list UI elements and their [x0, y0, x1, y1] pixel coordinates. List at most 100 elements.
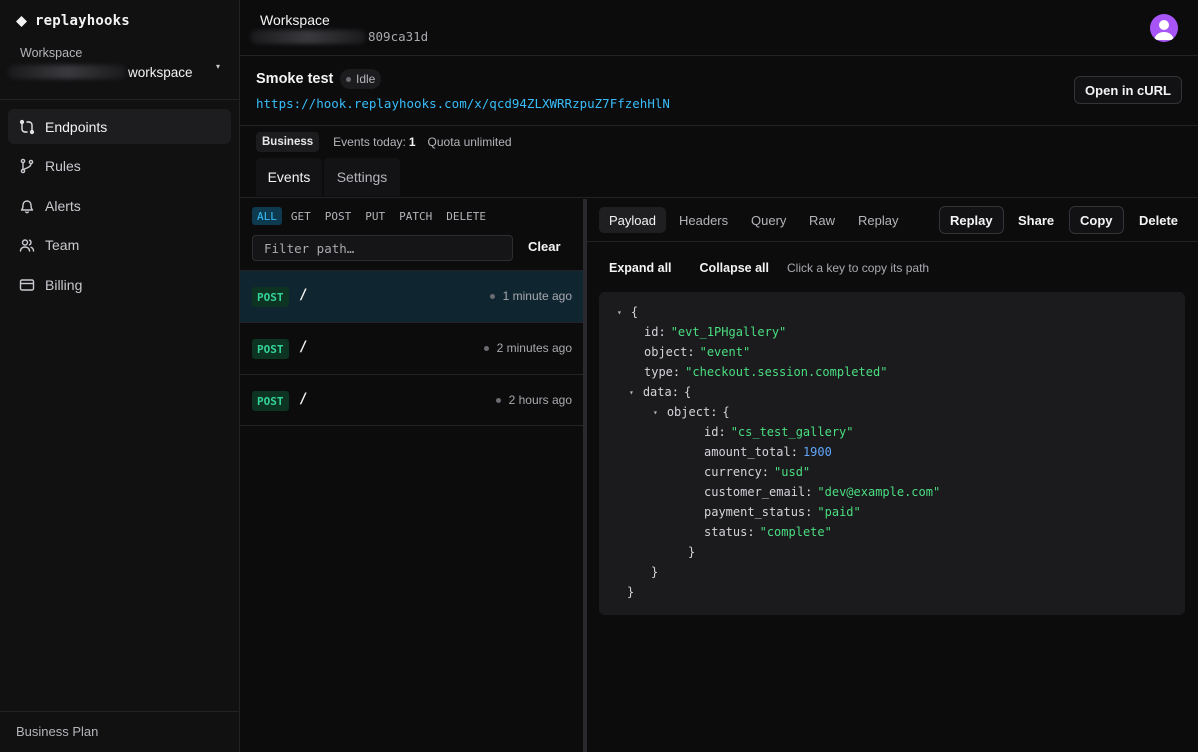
payload-toolbar: Expand all Collapse all Click a key to c…: [609, 261, 929, 275]
event-time: 1 minute ago: [489, 289, 572, 303]
expand-caret-icon: ▾: [617, 307, 622, 317]
expand-all-button[interactable]: Expand all: [609, 261, 672, 275]
filter-path-input[interactable]: Filter path…: [252, 235, 513, 261]
json-line[interactable]: type: "checkout.session.completed": [644, 362, 887, 382]
method-filter-post[interactable]: POST: [320, 207, 357, 225]
sidebar-item-billing[interactable]: Billing: [8, 267, 231, 302]
brand[interactable]: replayhooks: [16, 13, 130, 29]
json-key: data: [642, 385, 672, 399]
json-line[interactable]: id: "cs_test_gallery": [704, 422, 854, 442]
tab-events[interactable]: Events: [256, 158, 322, 196]
method-filter-put[interactable]: PUT: [360, 207, 390, 225]
list-item[interactable]: POST / 1 minute ago: [240, 270, 584, 322]
copy-button[interactable]: Copy: [1069, 206, 1124, 234]
json-key: status: [704, 525, 748, 539]
top-bar: Workspace 809ca31d: [240, 0, 1198, 56]
json-line[interactable]: amount_total:1900: [704, 442, 832, 462]
method-filter-all[interactable]: ALL: [252, 207, 282, 225]
tab-headers[interactable]: Headers: [679, 207, 728, 233]
delete-button[interactable]: Delete: [1139, 206, 1178, 234]
endpoint-header: Smoke test Idle https://hook.replayhooks…: [240, 56, 1198, 126]
json-key: id: [704, 425, 719, 439]
method-badge: POST: [252, 391, 289, 411]
json-line[interactable]: ▾ object:{: [653, 402, 735, 422]
events-today-value: 1: [408, 135, 416, 149]
event-time: 2 hours ago: [495, 393, 572, 407]
tab-raw[interactable]: Raw: [809, 207, 835, 233]
json-key: payment_status: [704, 505, 806, 519]
plan-badge: Business: [256, 132, 320, 152]
endpoint-name: Smoke test: [256, 71, 334, 87]
list-item[interactable]: POST / 2 hours ago: [240, 374, 584, 426]
json-line[interactable]: id: "evt_1PHgallery": [644, 322, 786, 342]
plan-row: Business Events today: 1 Quota unlimited: [240, 126, 1198, 158]
sidebar-item-alerts[interactable]: Alerts: [8, 188, 231, 223]
json-line[interactable]: status: "complete": [704, 522, 832, 542]
event-path: /: [299, 287, 308, 303]
divider: [0, 99, 240, 100]
caret-down-icon: ▾: [215, 62, 220, 71]
users-icon: [19, 239, 35, 252]
json-line[interactable]: customer_email: "dev@example.com": [704, 482, 940, 502]
json-line[interactable]: ▾ data:{: [629, 382, 696, 402]
method-filter-get[interactable]: GET: [286, 207, 316, 225]
json-line[interactable]: object: "event": [644, 342, 750, 362]
json-root-open[interactable]: ▾{: [617, 302, 643, 322]
sidebar-item-label: Billing: [45, 276, 83, 293]
event-time-label: 2 minutes ago: [496, 341, 572, 355]
replay-button[interactable]: Replay: [939, 206, 1004, 234]
event-time-label: 2 hours ago: [508, 393, 572, 407]
clear-button[interactable]: Clear: [528, 239, 561, 254]
events-today-label: Events today:: [333, 135, 406, 149]
json-value: 1900: [802, 445, 832, 459]
detail-tabs: Payload Headers Query Raw Replay Replay …: [587, 199, 1198, 242]
user-avatar-icon: [1154, 20, 1174, 40]
workspace-select[interactable]: workspace ▾: [8, 62, 224, 82]
sidebar-item-label: Rules: [45, 158, 81, 174]
json-key: type: [644, 365, 673, 379]
tab-query[interactable]: Query: [751, 207, 786, 233]
page-title: Workspace: [260, 12, 330, 28]
sidebar-item-label: Endpoints: [45, 118, 108, 135]
workspace-label: Workspace: [20, 46, 83, 60]
collapse-all-button[interactable]: Collapse all: [700, 261, 769, 275]
event-time: 2 minutes ago: [483, 341, 572, 355]
open-in-curl-button[interactable]: Open in cURL: [1074, 76, 1182, 104]
bell-icon: [20, 199, 34, 213]
json-value: "complete": [759, 525, 832, 539]
brand-name: replayhooks: [35, 13, 130, 29]
json-value: "dev@example.com": [817, 485, 941, 499]
json-value: "cs_test_gallery": [730, 425, 854, 439]
tab-replay[interactable]: Replay: [858, 207, 898, 233]
sidebar-item-label: Team: [45, 237, 80, 253]
quota-label: Quota unlimited: [427, 135, 512, 149]
method-filter-delete[interactable]: DELETE: [441, 207, 491, 225]
sidebar-item-team[interactable]: Team: [8, 228, 231, 263]
status-dot-icon: [346, 76, 351, 82]
json-close: }: [651, 565, 659, 579]
json-key: object: [666, 405, 711, 419]
json-line[interactable]: payment_status: "paid": [704, 502, 861, 522]
method-badge: POST: [252, 287, 289, 307]
method-filter-patch[interactable]: PATCH: [394, 207, 437, 225]
sidebar-nav: Endpoints Rules Alerts Team Billing: [8, 109, 231, 307]
json-line[interactable]: currency: "usd": [704, 462, 810, 482]
sidebar: replayhooks Workspace workspace ▾ Endpoi…: [0, 0, 240, 752]
json-close: }: [627, 585, 635, 599]
endpoint-url[interactable]: https://hook.replayhooks.com/x/qcd94ZLXW…: [256, 96, 670, 111]
divider: [0, 711, 240, 712]
endpoints-icon: [19, 119, 35, 134]
workspace-id-suffix: 809ca31d: [368, 29, 429, 44]
tab-settings[interactable]: Settings: [324, 158, 400, 196]
share-button[interactable]: Share: [1018, 206, 1054, 234]
sidebar-item-endpoints[interactable]: Endpoints: [8, 109, 231, 144]
json-key: currency: [704, 465, 762, 479]
avatar[interactable]: [1150, 14, 1178, 42]
sidebar-item-rules[interactable]: Rules: [8, 149, 231, 184]
json-value: "checkout.session.completed": [685, 365, 888, 379]
event-detail-pane: Payload Headers Query Raw Replay Replay …: [587, 199, 1198, 752]
list-item[interactable]: POST / 2 minutes ago: [240, 322, 584, 374]
json-value: "usd": [774, 465, 811, 479]
diamond-logo-icon: [16, 15, 27, 27]
tab-payload[interactable]: Payload: [599, 207, 666, 233]
